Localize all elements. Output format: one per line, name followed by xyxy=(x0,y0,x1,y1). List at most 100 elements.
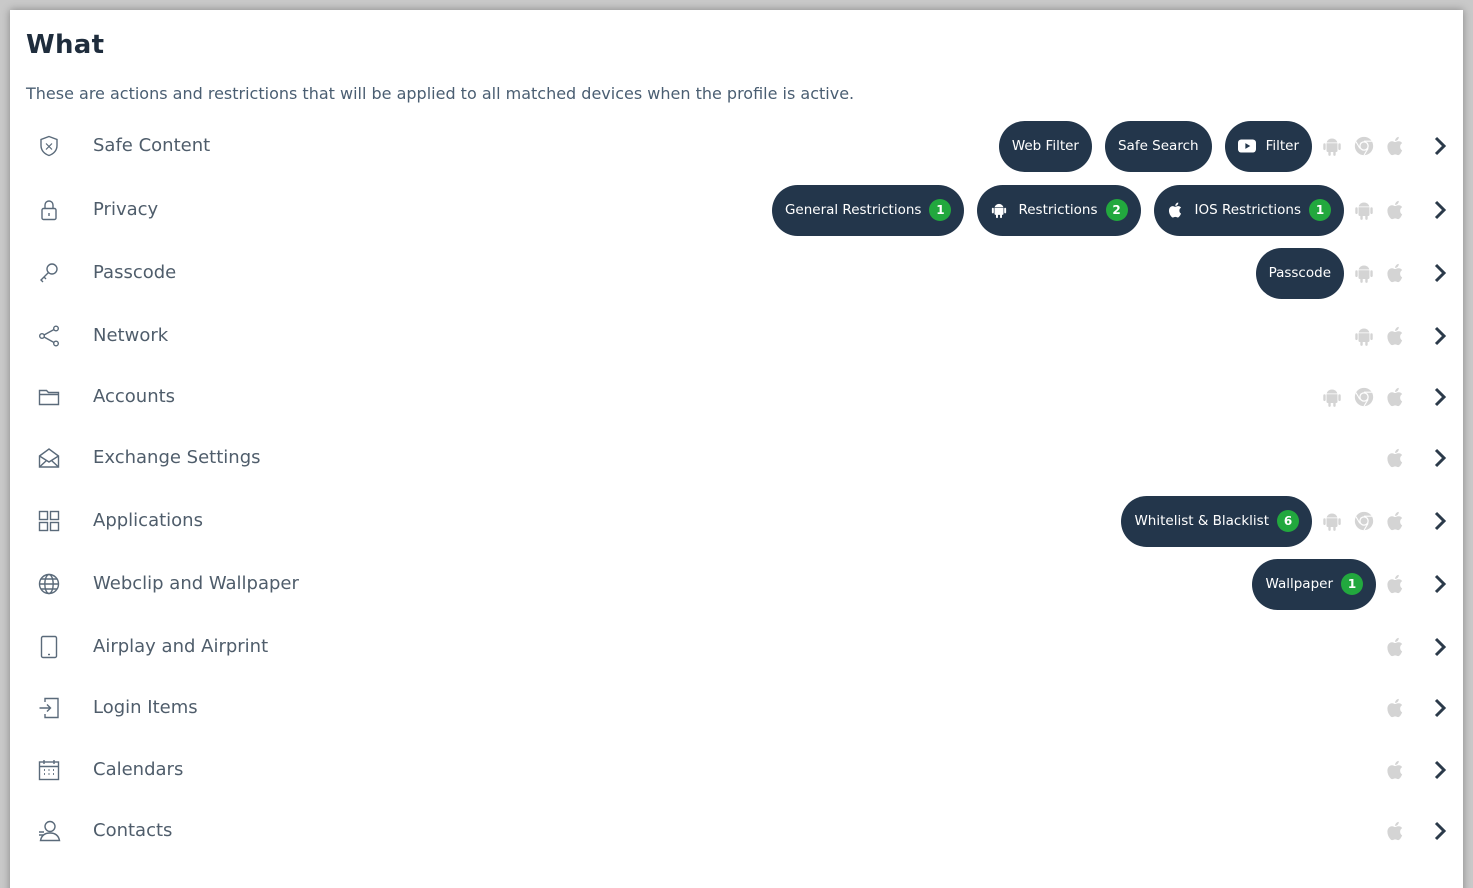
apple-icon xyxy=(1383,571,1409,597)
apple-icon xyxy=(1383,445,1409,471)
row-actions xyxy=(1383,627,1447,667)
platform-icons xyxy=(1319,508,1409,534)
config-pill[interactable]: IOS Restrictions 1 xyxy=(1153,184,1344,236)
pill-label: Restrictions xyxy=(1018,202,1098,218)
settings-row-network[interactable]: Network xyxy=(10,316,1463,356)
row-label: Exchange Settings xyxy=(93,447,261,468)
apple-icon xyxy=(1383,323,1409,349)
android-icon xyxy=(1351,323,1377,349)
shield-icon xyxy=(36,133,62,159)
row-actions: Wallpaper 1 xyxy=(1252,558,1447,610)
pill-label: General Restrictions xyxy=(784,202,922,218)
apple-icon xyxy=(1383,508,1409,534)
count-badge: 1 xyxy=(929,199,952,221)
config-pill[interactable]: Safe Search xyxy=(1104,120,1212,172)
platform-icons xyxy=(1319,133,1409,159)
android-icon xyxy=(990,202,1008,219)
settings-row-webclip-and-wallpaper[interactable]: Webclip and Wallpaper Wallpaper 1 xyxy=(10,558,1463,610)
apple-icon xyxy=(1383,695,1409,721)
pill-label: IOS Restrictions xyxy=(1194,202,1302,218)
platform-icons xyxy=(1383,757,1409,783)
chevron-right-icon[interactable] xyxy=(1433,447,1447,469)
platform-icons xyxy=(1351,260,1409,286)
row-actions: Web Filter Safe Search Filter xyxy=(998,120,1447,172)
row-actions xyxy=(1383,811,1447,851)
android-icon xyxy=(1319,384,1345,410)
android-icon xyxy=(1319,508,1345,534)
chevron-right-icon[interactable] xyxy=(1433,325,1447,347)
what-panel: What These are actions and restrictions … xyxy=(10,10,1463,888)
pill-label: Filter xyxy=(1265,138,1299,154)
chrome-icon xyxy=(1351,133,1377,159)
login-icon xyxy=(36,695,62,721)
settings-row-safe-content[interactable]: Safe Content Web Filter Safe Search Filter xyxy=(10,120,1463,172)
chevron-right-icon[interactable] xyxy=(1433,697,1447,719)
chevron-right-icon[interactable] xyxy=(1433,510,1447,532)
config-pill[interactable]: Restrictions 2 xyxy=(977,184,1141,236)
chevron-right-icon[interactable] xyxy=(1433,820,1447,842)
platform-icons xyxy=(1319,384,1409,410)
android-icon xyxy=(1351,197,1377,223)
platform-icons xyxy=(1351,197,1409,223)
android-icon xyxy=(1351,260,1377,286)
row-actions xyxy=(1383,438,1447,478)
row-label: Safe Content xyxy=(93,135,211,156)
row-label: Calendars xyxy=(93,759,184,780)
contact-icon xyxy=(36,818,62,844)
key-icon xyxy=(36,260,62,286)
settings-row-accounts[interactable]: Accounts xyxy=(10,377,1463,417)
apple-icon xyxy=(1383,818,1409,844)
settings-row-airplay-and-airprint[interactable]: Airplay and Airprint xyxy=(10,627,1463,667)
row-actions: Whitelist & Blacklist 6 xyxy=(1121,495,1447,547)
config-pill[interactable]: Web Filter xyxy=(998,120,1092,172)
lock-icon xyxy=(36,197,62,223)
apple-icon xyxy=(1383,260,1409,286)
settings-row-contacts[interactable]: Contacts xyxy=(10,811,1463,851)
pill-label: Safe Search xyxy=(1117,138,1199,154)
apple-icon xyxy=(1167,202,1185,218)
section-description: These are actions and restrictions that … xyxy=(26,84,855,103)
settings-row-applications[interactable]: Applications Whitelist & Blacklist 6 xyxy=(10,495,1463,547)
row-actions: Passcode xyxy=(1255,247,1447,299)
chevron-right-icon[interactable] xyxy=(1433,573,1447,595)
apple-icon xyxy=(1383,757,1409,783)
config-pill[interactable]: Whitelist & Blacklist 6 xyxy=(1121,495,1312,547)
chevron-right-icon[interactable] xyxy=(1433,636,1447,658)
chevron-right-icon[interactable] xyxy=(1433,386,1447,408)
count-badge: 2 xyxy=(1105,199,1128,221)
settings-row-privacy[interactable]: Privacy General Restrictions 1 Restrictions… xyxy=(10,184,1463,236)
row-label: Contacts xyxy=(93,820,173,841)
platform-icons xyxy=(1383,634,1409,660)
row-actions: General Restrictions 1 Restrictions 2 IOS Re… xyxy=(771,184,1447,236)
count-badge: 6 xyxy=(1277,510,1299,532)
tablet-icon xyxy=(36,634,62,660)
pill-label: Web Filter xyxy=(1011,138,1079,154)
globe-icon xyxy=(36,571,62,597)
count-badge: 1 xyxy=(1341,573,1363,595)
config-pill[interactable]: General Restrictions 1 xyxy=(771,184,965,236)
pill-label: Wallpaper xyxy=(1265,576,1333,592)
chevron-right-icon[interactable] xyxy=(1433,262,1447,284)
config-pill[interactable]: Filter xyxy=(1224,120,1312,172)
chevron-right-icon[interactable] xyxy=(1433,199,1447,221)
platform-icons xyxy=(1383,571,1409,597)
settings-row-calendars[interactable]: Calendars xyxy=(10,750,1463,790)
platform-icons xyxy=(1383,818,1409,844)
chevron-right-icon[interactable] xyxy=(1433,759,1447,781)
config-pill[interactable]: Passcode xyxy=(1255,247,1344,299)
row-actions xyxy=(1383,688,1447,728)
platform-icons xyxy=(1383,445,1409,471)
settings-row-login-items[interactable]: Login Items xyxy=(10,688,1463,728)
settings-row-passcode[interactable]: Passcode Passcode xyxy=(10,247,1463,299)
row-label: Applications xyxy=(93,510,203,531)
row-label: Webclip and Wallpaper xyxy=(93,573,299,594)
chevron-right-icon[interactable] xyxy=(1433,135,1447,157)
row-label: Login Items xyxy=(93,697,198,718)
platform-icons xyxy=(1351,323,1409,349)
row-label: Passcode xyxy=(93,262,177,283)
row-label: Privacy xyxy=(93,199,159,220)
platform-icons xyxy=(1383,695,1409,721)
apple-icon xyxy=(1383,133,1409,159)
config-pill[interactable]: Wallpaper 1 xyxy=(1252,558,1376,610)
settings-row-exchange-settings[interactable]: Exchange Settings xyxy=(10,438,1463,478)
